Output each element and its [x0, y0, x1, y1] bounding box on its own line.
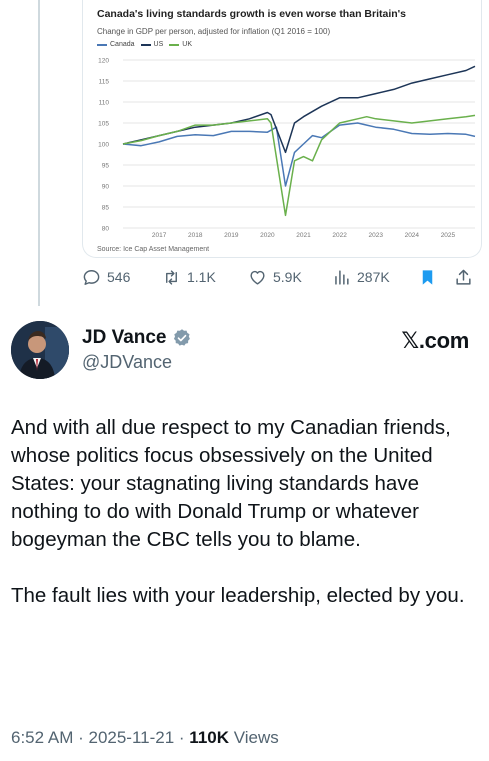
x-tick-label: 2021: [296, 232, 311, 239]
retweet-button[interactable]: 1.1K: [162, 268, 216, 287]
post-date[interactable]: 2025-11-21: [88, 728, 174, 747]
x-tick-label: 2024: [405, 232, 420, 239]
retweet-count: 1.1K: [187, 269, 216, 285]
x-tick-label: 2019: [224, 232, 239, 239]
post-views-value: 110K: [189, 728, 229, 747]
x-com-suffix: .com: [418, 328, 469, 353]
analytics-icon: [335, 269, 349, 285]
meta-separator-2: ·: [174, 728, 190, 747]
x-com-watermark: 𝕏.com: [401, 328, 469, 354]
share-button[interactable]: [454, 268, 473, 287]
legend-swatch-canada: [97, 43, 107, 46]
x-tick-label: 2023: [368, 232, 383, 239]
views-count: 287K: [357, 269, 390, 285]
action-bar: 546 1.1K 5.9K 287K: [82, 265, 482, 289]
x-tick-label: 2017: [152, 232, 167, 239]
avatar[interactable]: [11, 321, 69, 379]
chart-title: Canada's living standards growth is even…: [97, 8, 406, 20]
reply-button[interactable]: 546: [82, 268, 130, 287]
legend-label-us: US: [153, 41, 164, 48]
y-tick-label: 120: [98, 58, 109, 65]
verified-badge-icon[interactable]: [172, 328, 192, 348]
chart-legend: Canada US UK: [97, 41, 192, 48]
y-tick-label: 100: [98, 142, 109, 149]
x-tick-label: 2020: [260, 232, 275, 239]
avatar-photo-icon: [11, 321, 69, 379]
y-tick-label: 115: [99, 79, 110, 86]
reply-count: 546: [107, 269, 131, 285]
author-name-text: JD Vance: [82, 327, 167, 348]
x-tick-label: 2022: [332, 232, 347, 239]
chart-image-card[interactable]: Canada's living standards growth is even…: [82, 0, 482, 258]
post-meta: 6:52 AM · 2025-11-21 · 110K Views: [11, 728, 279, 748]
legend-label-canada: Canada: [110, 41, 135, 48]
legend-swatch-uk: [169, 43, 180, 46]
post-time[interactable]: 6:52 AM: [11, 728, 73, 747]
post-text: And with all due respect to my Canadian …: [11, 414, 481, 638]
heart-icon: [250, 270, 265, 285]
author-name[interactable]: JD Vance: [82, 327, 192, 349]
series-line-us: [122, 65, 476, 154]
like-button[interactable]: 5.9K: [248, 268, 302, 287]
legend-item-uk: UK: [169, 41, 192, 48]
views-button[interactable]: 287K: [332, 268, 390, 287]
x-tick-label: 2018: [188, 232, 203, 239]
post-paragraph-1: And with all due respect to my Canadian …: [11, 416, 451, 551]
chart-source: Source: Ice Cap Asset Management: [97, 246, 210, 253]
bookmark-button[interactable]: [418, 268, 437, 287]
retweet-icon: [166, 269, 177, 285]
x-tick-label: 2025: [441, 232, 456, 239]
post-paragraph-2: The fault lies with your leadership, ele…: [11, 584, 465, 607]
y-tick-label: 90: [102, 184, 110, 191]
author-handle[interactable]: @JDVance: [82, 352, 172, 373]
x-logo-icon: 𝕏: [401, 329, 419, 354]
y-tick-label: 95: [102, 163, 110, 170]
bookmark-icon: [422, 269, 433, 285]
y-tick-label: 110: [99, 100, 110, 107]
meta-separator-1: ·: [73, 728, 89, 747]
share-icon: [456, 269, 471, 285]
gdp-line-chart: 80 85 90 95 100 105 110 115 120 2017 2018 2019 2020 2…: [98, 58, 476, 239]
post-views-label: Views: [233, 728, 279, 747]
legend-item-canada: Canada: [97, 41, 135, 48]
y-tick-label: 85: [102, 205, 110, 212]
chart-subtitle: Change in GDP per person, adjusted for i…: [97, 27, 331, 36]
like-count: 5.9K: [273, 269, 302, 285]
legend-label-uk: UK: [182, 41, 192, 48]
reply-icon: [83, 269, 100, 285]
legend-swatch-us: [140, 43, 151, 46]
y-tick-label: 105: [98, 121, 109, 128]
legend-item-us: US: [140, 41, 164, 48]
y-tick-label: 80: [102, 226, 110, 233]
thread-line: [38, 0, 40, 306]
